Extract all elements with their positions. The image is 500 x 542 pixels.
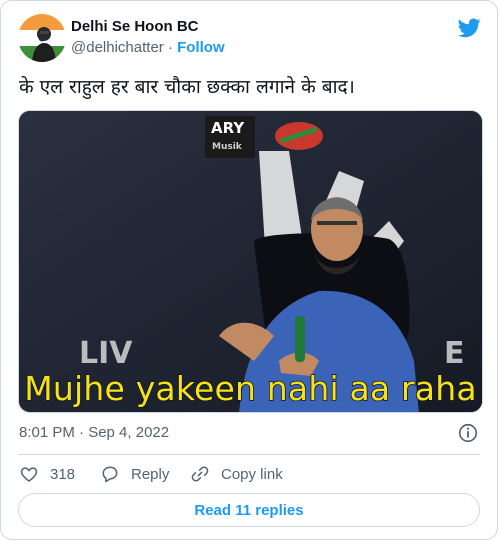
follow-button[interactable]: Follow — [177, 39, 225, 56]
copy-link-button[interactable]: Copy link — [190, 463, 283, 485]
tweet-media[interactable]: LIV E ARY Musik Mujhe yakeen nahi aa rah… — [18, 110, 483, 413]
reply-icon — [102, 466, 118, 483]
like-count: 318 — [50, 465, 76, 483]
like-button[interactable]: 318 — [19, 463, 75, 485]
logo-text: ARY — [211, 119, 245, 137]
handle-row: @delhichatter · Follow — [71, 39, 225, 56]
reply-label: Reply — [131, 465, 170, 483]
copy-link-label: Copy link — [221, 465, 283, 483]
backdrop-text-left: LIV — [79, 336, 133, 371]
user-handle[interactable]: @delhichatter — [71, 39, 164, 56]
tweet-timestamp[interactable]: 8:01 PM · Sep 4, 2022 — [19, 424, 169, 441]
divider — [18, 454, 480, 455]
logo-subtext: Musik — [212, 142, 243, 152]
separator-dot: · — [167, 39, 173, 56]
reply-button[interactable]: Reply — [100, 463, 169, 485]
info-icon[interactable] — [457, 422, 479, 444]
tweet-text: के एल राहुल हर बार चौका छक्का लगाने के ब… — [19, 76, 355, 98]
twitter-bird-icon[interactable] — [457, 16, 481, 40]
media-image: LIV E ARY Musik — [19, 111, 482, 412]
display-name[interactable]: Delhi Se Hoon BC — [71, 18, 199, 35]
backdrop-text-right: E — [444, 336, 465, 371]
tweet-card: Delhi Se Hoon BC @delhichatter · Follow … — [0, 0, 498, 540]
read-replies-button[interactable]: Read 11 replies — [18, 493, 480, 527]
meme-caption: Mujhe yakeen nahi aa raha — [23, 368, 477, 409]
heart-icon — [20, 467, 38, 483]
link-icon — [191, 466, 209, 482]
avatar[interactable] — [18, 14, 66, 62]
avatar-image — [18, 14, 66, 62]
